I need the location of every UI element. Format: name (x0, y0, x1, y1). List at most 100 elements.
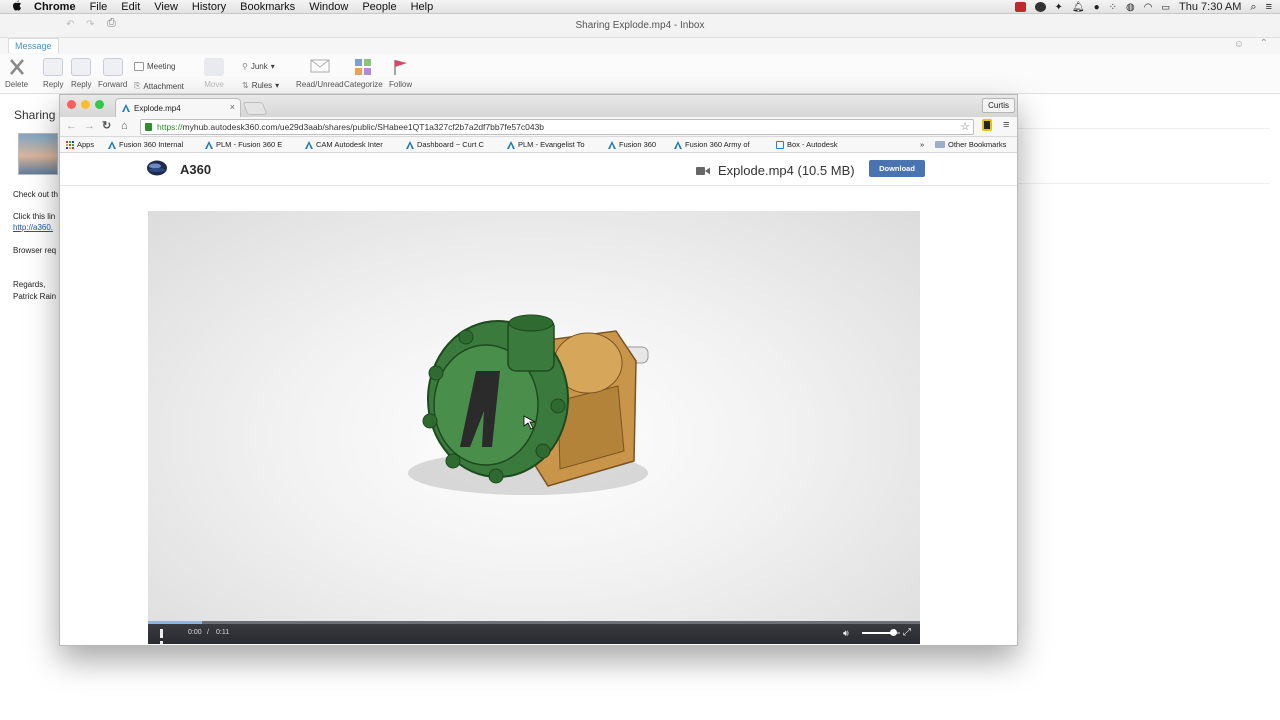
close-window-button[interactable] (67, 100, 76, 109)
volume-icon[interactable]: 🔊︎ (843, 628, 849, 639)
bookmark-label: Fusion 360 Internal (119, 140, 184, 149)
reply-icon (43, 58, 64, 76)
new-tab-button[interactable] (242, 102, 268, 115)
url-text: myhub.autodesk360.com/ue29d3aab/shares/p… (182, 122, 545, 132)
menu-clock[interactable]: Thu 7:30 AM (1179, 1, 1241, 13)
menu-history[interactable]: History (192, 1, 226, 13)
forward-arrow-icon[interactable]: → (84, 120, 95, 133)
home-icon[interactable]: ⌂ (121, 120, 128, 133)
forward-button[interactable]: Forward (98, 58, 127, 89)
address-bar[interactable]: https://myhub.autodesk360.com/ue29d3aab/… (140, 119, 974, 135)
envelope-icon (310, 58, 330, 76)
extension-icon[interactable] (982, 119, 992, 131)
apple-menu-icon[interactable] (0, 0, 34, 14)
collapse-ribbon-icon[interactable]: ⌃ (1260, 38, 1268, 49)
bookmarks-overflow-chevron[interactable]: » (920, 140, 924, 149)
a360-page: A360 Explode.mp4 (10.5 MB) Download 0:00… (60, 153, 1017, 645)
back-arrow-icon[interactable]: ← (66, 120, 77, 133)
menu-file[interactable]: File (90, 1, 108, 13)
autodesk-a-icon (205, 140, 213, 149)
mail-share-link[interactable]: http://a360. (13, 223, 53, 232)
reply-all-icon (71, 58, 92, 76)
profile-button[interactable]: Curtis (982, 98, 1015, 113)
video-player[interactable]: 0:00 / 0:11 🔊︎ ⤢ (148, 211, 920, 644)
menu-window[interactable]: Window (309, 1, 348, 13)
spotlight-search-icon[interactable]: ⌕ (1250, 1, 1256, 14)
pump-assembly-frame (408, 314, 649, 495)
menu-view[interactable]: View (154, 1, 178, 13)
seek-bar[interactable] (148, 621, 920, 624)
minimize-window-button[interactable] (81, 100, 90, 109)
delete-x-icon (7, 58, 27, 76)
tab-message[interactable]: Message (8, 38, 59, 53)
calendar-icon (134, 62, 144, 71)
attachment-button[interactable]: ⎘ Attachment (134, 81, 184, 91)
bookmark-dashboard[interactable]: Dashboard ~ Curt C (406, 140, 484, 149)
meeting-button[interactable]: Meeting (134, 62, 175, 71)
battery-icon[interactable]: ▭ (1162, 2, 1171, 13)
download-button[interactable]: Download (869, 160, 925, 177)
smiley-feedback-icon[interactable]: ☺ (1234, 39, 1244, 50)
bookmark-plm-evangelist[interactable]: PLM - Evangelist To (507, 140, 585, 149)
reply-all-label: Reply (71, 80, 92, 89)
bookmark-cam-autodesk[interactable]: CAM Autodesk Inter (305, 140, 383, 149)
move-button[interactable]: Move (204, 58, 224, 89)
app-tray-icon[interactable] (1014, 2, 1026, 12)
volume-knob[interactable] (890, 629, 898, 636)
delete-label: Delete (5, 80, 29, 89)
wifi-icon[interactable]: ◠ (1144, 2, 1153, 13)
time-separator: / (207, 629, 209, 636)
mail-sender-name: Patrick Rain (13, 292, 57, 301)
bookmark-label: PLM - Evangelist To (518, 140, 585, 149)
bookmark-fusion-army[interactable]: Fusion 360 Army of (674, 140, 750, 149)
sync-tray-icon[interactable] (1034, 2, 1046, 12)
user-tray-icon[interactable]: ◍ (1126, 2, 1135, 13)
bookmark-star-icon[interactable]: ☆ (960, 120, 970, 134)
divider (1010, 183, 1270, 184)
move-label: Move (204, 80, 224, 89)
read-unread-button[interactable]: Read/Unread (296, 58, 344, 89)
share-tray-icon[interactable]: ⁘ (1109, 2, 1117, 13)
junk-button[interactable]: ⚲ Junk ▾ (242, 62, 275, 71)
bookmark-label: CAM Autodesk Inter (316, 140, 383, 149)
reply-button[interactable]: Reply (43, 58, 63, 89)
categorize-button[interactable]: Categorize (344, 58, 383, 89)
chrome-menu-icon[interactable]: ≡ (1003, 119, 1009, 132)
menu-people[interactable]: People (362, 1, 396, 13)
a360-logo-icon[interactable] (146, 159, 168, 177)
apps-grid-icon (66, 140, 74, 149)
close-tab-icon[interactable]: × (230, 102, 235, 112)
bookmark-plm-fusion[interactable]: PLM - Fusion 360 E (205, 140, 282, 149)
menu-edit[interactable]: Edit (121, 1, 140, 13)
mail-regards: Regards, (13, 280, 46, 289)
bookmark-fusion-internal[interactable]: Fusion 360 Internal (108, 140, 183, 149)
menu-chrome[interactable]: Chrome (34, 1, 76, 13)
a360-header: A360 Explode.mp4 (10.5 MB) Download (60, 153, 1017, 186)
bookmark-apps[interactable]: Apps (66, 140, 94, 149)
browser-tab[interactable]: Explode.mp4 × (115, 98, 241, 117)
reply-all-button[interactable]: Reply (71, 58, 91, 89)
bookmark-other-bookmarks[interactable]: Other Bookmarks (935, 140, 1006, 149)
rules-button[interactable]: ⇅ Rules ▾ (242, 81, 279, 90)
follow-button[interactable]: Follow (389, 58, 412, 89)
notification-bell-icon[interactable]: 🔔︎ (1072, 2, 1085, 13)
bookmark-fusion-360[interactable]: Fusion 360 (608, 140, 656, 149)
menu-list-icon[interactable]: ≡ (1266, 1, 1272, 13)
bookmark-box-autodesk[interactable]: Box - Autodesk (776, 140, 837, 149)
menu-extras: ✦ 🔔︎ ● ⁘ ◍ ◠ ▭ Thu 7:30 AM ⌕ ≡ (1014, 0, 1272, 14)
junk-label: Junk (250, 62, 268, 71)
pause-icon[interactable] (160, 629, 169, 644)
delete-button[interactable]: Delete (5, 58, 28, 89)
fullscreen-icon[interactable]: ⤢ (903, 627, 911, 638)
volume-slider[interactable] (862, 629, 900, 636)
a360-brand-name[interactable]: A360 (180, 162, 211, 177)
menu-bookmarks[interactable]: Bookmarks (240, 1, 295, 13)
attachment-label: Attachment (143, 81, 184, 91)
menu-help[interactable]: Help (411, 1, 434, 13)
autodesk-favicon-icon (122, 104, 130, 112)
dropbox-icon[interactable]: ✦ (1055, 2, 1063, 13)
reload-icon[interactable]: ↻ (102, 120, 111, 133)
maximize-window-button[interactable] (95, 100, 104, 109)
camera-tray-icon[interactable]: ● (1094, 2, 1100, 13)
bookmark-label: Fusion 360 (619, 140, 657, 149)
